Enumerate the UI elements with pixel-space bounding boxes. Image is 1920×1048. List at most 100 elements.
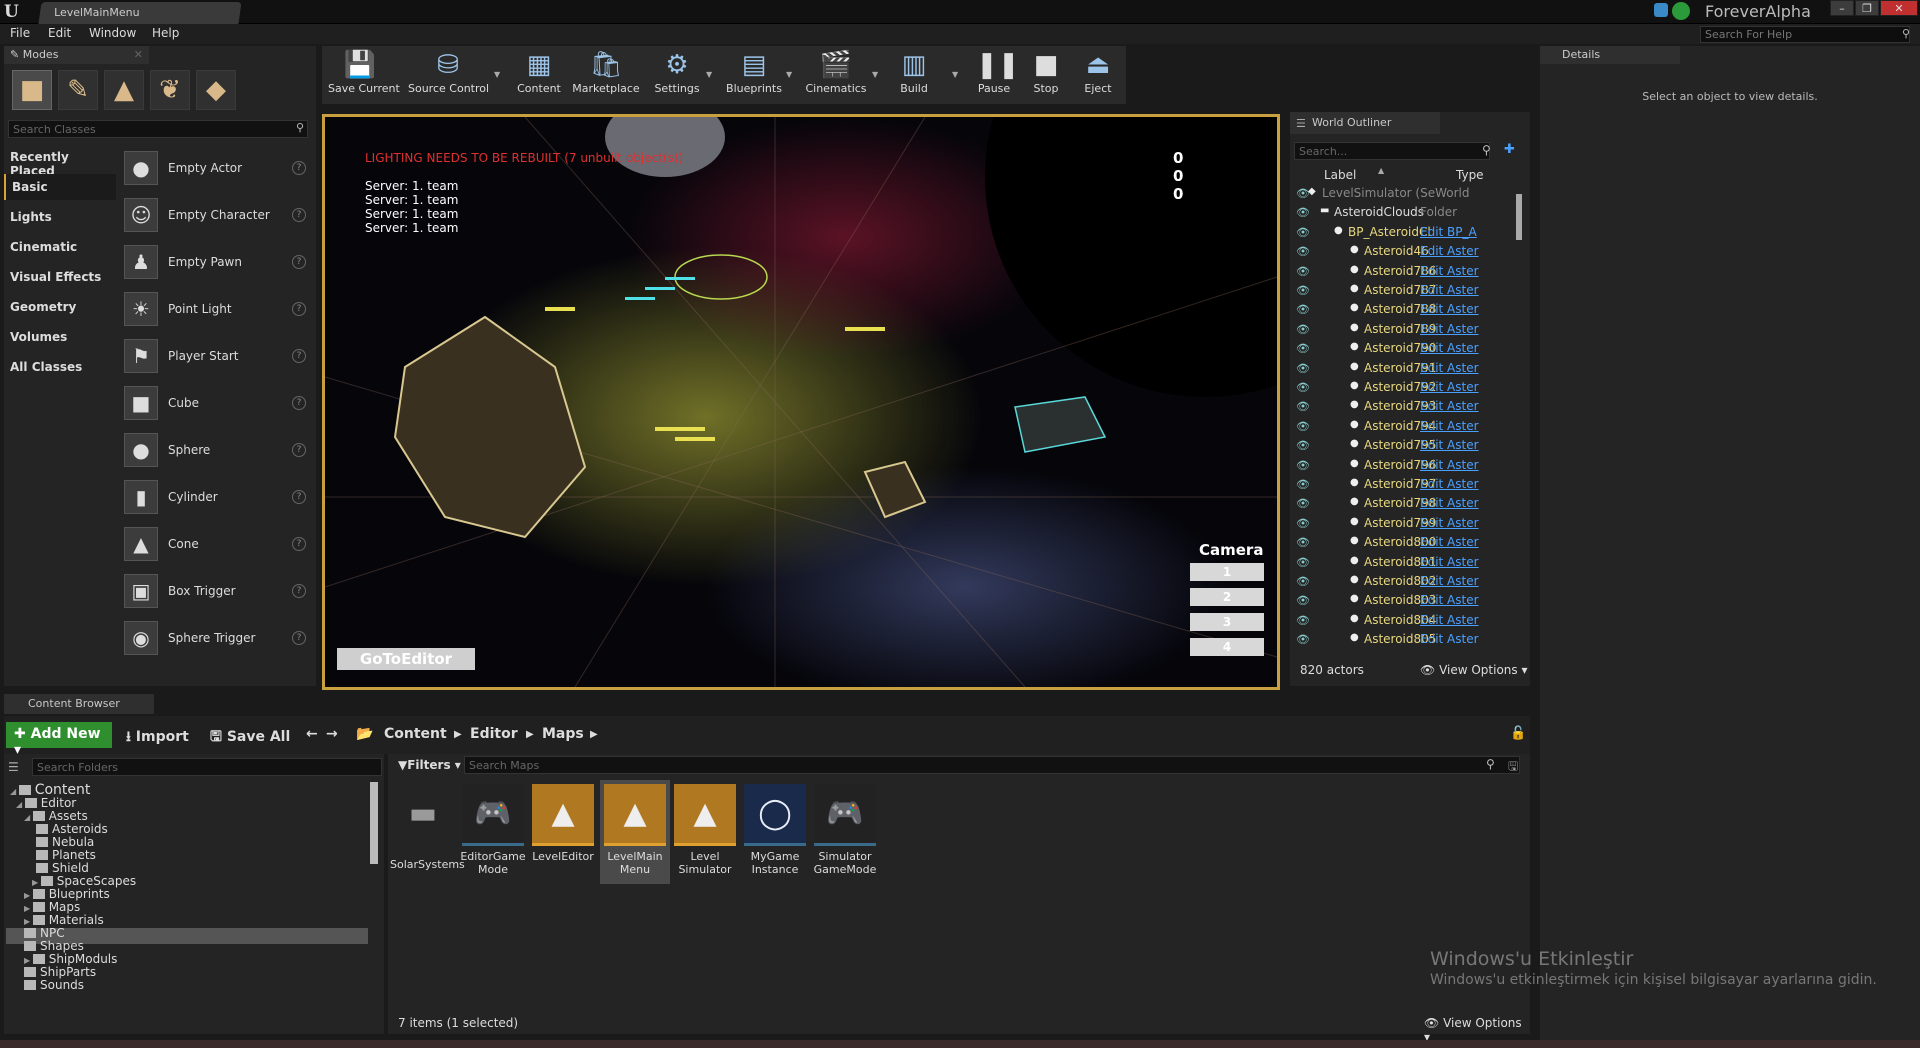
settings-button[interactable]: ⚙ Settings — [652, 48, 702, 104]
expand-arrow-icon[interactable]: ▶ — [24, 904, 33, 913]
menu-file[interactable]: File — [10, 26, 30, 40]
edit-actor-link[interactable]: Edit Aster — [1420, 302, 1479, 316]
expand-arrow-icon[interactable]: ◢ — [16, 800, 25, 809]
asset-level-editor[interactable]: ▲ LevelEditor — [530, 784, 596, 863]
place-item-cube[interactable]: ■ Cube? — [120, 382, 312, 426]
asset-my-game-instance[interactable]: ◯ MyGame Instance — [742, 784, 808, 876]
asset-simulator-game-mode[interactable]: 🎮 Simulator GameMode — [812, 784, 878, 876]
outliner-row-asteroid[interactable]: 👁 ● Asteroid794 Edit Aster — [1290, 417, 1526, 436]
edit-actor-link[interactable]: Edit Aster — [1420, 341, 1479, 355]
outliner-row-asteroid[interactable]: 👁 ● Asteroid803 Edit Aster — [1290, 591, 1526, 610]
outliner-row-root[interactable]: 👁 ◆ LevelSimulator (SeWorld — [1290, 184, 1526, 203]
edit-actor-link[interactable]: Edit Aster — [1420, 419, 1479, 433]
back-button[interactable]: ← — [306, 726, 318, 742]
category-volumes[interactable]: Volumes — [4, 324, 116, 350]
stop-button[interactable]: ■ Stop — [1026, 48, 1066, 104]
help-icon[interactable]: ? — [292, 255, 306, 269]
menu-window[interactable]: Window — [89, 26, 136, 40]
outliner-row-asteroid[interactable]: 👁 ● Asteroid799 Edit Aster — [1290, 514, 1526, 533]
game-viewport[interactable]: LIGHTING NEEDS TO BE REBUILT (7 unbuilt … — [322, 114, 1280, 690]
goto-editor-button[interactable]: GoToEditor — [337, 648, 475, 670]
menu-edit[interactable]: Edit — [48, 26, 71, 40]
edit-actor-link[interactable]: Edit Aster — [1420, 593, 1479, 607]
visibility-eye-icon[interactable]: 👁 — [1296, 536, 1310, 549]
search-maps-input[interactable]: Search Maps — [464, 756, 1520, 774]
outliner-row-blueprint[interactable]: 👁 ● BP_AsteroidCl Edit BP_A — [1290, 223, 1526, 242]
filters-button[interactable]: ▼Filters ▾ — [398, 758, 461, 772]
lock-icon[interactable]: 🔓 — [1510, 726, 1526, 741]
expand-arrow-icon[interactable]: ▶ — [24, 917, 33, 926]
camera-2-button[interactable]: 2 — [1190, 588, 1264, 606]
edit-actor-link[interactable]: Edit Aster — [1420, 399, 1479, 413]
help-icon[interactable]: ? — [292, 631, 306, 645]
dropdown-arrow-icon[interactable]: ▼ — [872, 70, 878, 79]
visibility-eye-icon[interactable]: 👁 — [1296, 381, 1310, 394]
content-browser-tab[interactable]: Content Browser — [4, 694, 154, 714]
minimize-button[interactable]: – — [1830, 0, 1854, 16]
asset-editor-game-mode[interactable]: 🎮 EditorGame Mode — [460, 784, 526, 876]
visibility-eye-icon[interactable]: 👁 — [1296, 575, 1310, 588]
world-outliner-tab[interactable]: World Outliner — [1290, 112, 1440, 134]
outliner-row-asteroid[interactable]: 👁 ● Asteroid789 Edit Aster — [1290, 320, 1526, 339]
edit-actor-link[interactable]: Edit Aster — [1420, 283, 1479, 297]
help-search-input[interactable]: Search For Help — [1700, 26, 1910, 43]
category-geometry[interactable]: Geometry — [4, 294, 116, 320]
visibility-eye-icon[interactable]: 👁 — [1296, 323, 1310, 336]
column-type-header[interactable]: Type — [1456, 168, 1484, 182]
help-icon[interactable]: ? — [292, 490, 306, 504]
edit-actor-link[interactable]: Edit Aster — [1420, 477, 1479, 491]
outliner-row-asteroid[interactable]: 👁 ● Asteroid798 Edit Aster — [1290, 494, 1526, 513]
asset-solar-systems[interactable]: ▬ SolarSystems — [390, 784, 465, 871]
outliner-row-asteroid[interactable]: 👁 ● Asteroid797 Edit Aster — [1290, 475, 1526, 494]
close-tab-icon[interactable]: ✕ — [134, 48, 143, 61]
visibility-eye-icon[interactable]: 👁 — [1296, 303, 1310, 316]
place-item-cylinder[interactable]: ▮ Cylinder? — [120, 476, 312, 520]
geometry-mode-button[interactable]: ◆ — [196, 70, 236, 110]
outliner-row-asteroid[interactable]: 👁 ● Asteroid792 Edit Aster — [1290, 378, 1526, 397]
camera-1-button[interactable]: 1 — [1190, 563, 1264, 581]
edit-actor-link[interactable]: Edit Aster — [1420, 496, 1479, 510]
edit-actor-link[interactable]: Edit Aster — [1420, 516, 1479, 530]
modes-tab[interactable]: ✎ Modes ✕ — [4, 46, 149, 64]
visibility-eye-icon[interactable]: 👁 — [1296, 478, 1310, 491]
paint-mode-button[interactable]: ✎ — [58, 70, 98, 110]
visibility-eye-icon[interactable]: 👁 — [1296, 439, 1310, 452]
outliner-row-asteroid[interactable]: 👁 ● Asteroid786 Edit Aster — [1290, 262, 1526, 281]
visibility-eye-icon[interactable]: 👁 — [1296, 633, 1310, 644]
edit-actor-link[interactable]: Edit Aster — [1420, 264, 1479, 278]
save-current-button[interactable]: 💾 Save Current — [328, 48, 400, 104]
edit-actor-link[interactable]: Edit Aster — [1420, 244, 1479, 258]
help-icon[interactable]: ? — [292, 161, 306, 175]
dropdown-arrow-icon[interactable]: ▼ — [786, 70, 792, 79]
visibility-eye-icon[interactable]: 👁 — [1296, 517, 1310, 530]
expand-arrow-icon[interactable]: ▶ — [24, 956, 33, 965]
details-tab[interactable]: Details — [1540, 46, 1680, 64]
chevron-right-icon[interactable]: ▶ — [590, 729, 598, 740]
help-icon[interactable]: ? — [292, 396, 306, 410]
search-classes-input[interactable]: Search Classes — [8, 120, 308, 138]
content-button[interactable]: ▦ Content — [514, 48, 564, 104]
chevron-right-icon[interactable]: ▶ — [454, 729, 462, 740]
eject-button[interactable]: ⏏ Eject — [1078, 48, 1118, 104]
help-icon[interactable]: ? — [292, 208, 306, 222]
category-basic[interactable]: Basic — [4, 174, 116, 200]
place-item-sphere[interactable]: ● Sphere? — [120, 429, 312, 473]
chevron-right-icon[interactable]: ▶ — [526, 729, 534, 740]
edit-actor-link[interactable]: Edit Aster — [1420, 555, 1479, 569]
source-control-status-icon[interactable] — [1672, 2, 1690, 20]
add-folder-icon[interactable]: ✚ — [1504, 142, 1515, 157]
place-mode-button[interactable]: ■ — [12, 70, 52, 110]
menu-help[interactable]: Help — [152, 26, 179, 40]
place-item-cone[interactable]: ▲ Cone? — [120, 523, 312, 567]
folder-scrollbar[interactable] — [370, 782, 378, 864]
visibility-eye-icon[interactable]: 👁 — [1296, 497, 1310, 510]
outliner-row-asteroid[interactable]: 👁 ● Asteroid788 Edit Aster — [1290, 300, 1526, 319]
level-tab[interactable]: LevelMainMenu — [38, 2, 242, 24]
edit-actor-link[interactable]: Edit Aster — [1420, 574, 1479, 588]
camera-3-button[interactable]: 3 — [1190, 613, 1264, 631]
outliner-row-asteroid[interactable]: 👁 ● Asteroid791 Edit Aster — [1290, 359, 1526, 378]
folder-item[interactable]: Sounds — [24, 978, 84, 994]
dropdown-arrow-icon[interactable]: ▼ — [706, 70, 712, 79]
edit-actor-link[interactable]: Edit Aster — [1420, 438, 1479, 452]
help-icon[interactable]: ? — [292, 443, 306, 457]
